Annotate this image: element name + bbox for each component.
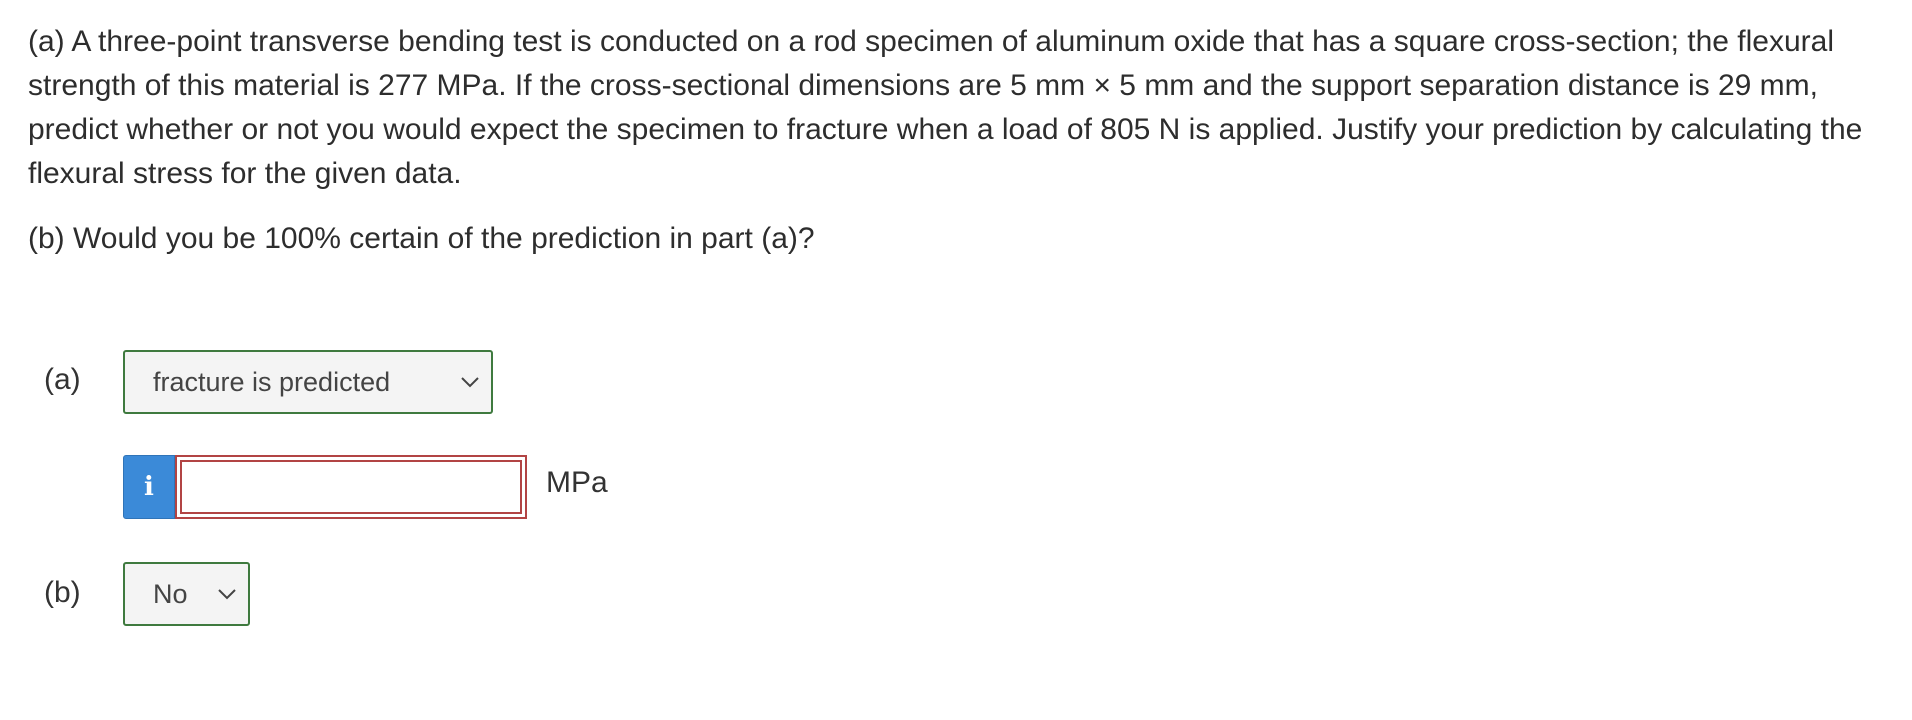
certainty-select[interactable]: No: [123, 562, 250, 626]
certainty-value: No: [153, 578, 188, 609]
question-part-a: (a) A three-point transverse bending tes…: [28, 25, 1863, 190]
question-part-b: (b) Would you be 100% certain of the pre…: [28, 222, 815, 255]
flexural-stress-input[interactable]: [175, 455, 527, 519]
info-button[interactable]: i: [123, 455, 175, 519]
chevron-down-icon: [461, 377, 479, 388]
answer-label-a: (a): [44, 363, 81, 396]
info-icon: i: [144, 472, 154, 502]
chevron-down-icon: [218, 589, 236, 600]
unit-label: MPa: [546, 466, 608, 499]
fracture-prediction-select[interactable]: fracture is predicted: [123, 350, 493, 414]
question-text: (a) A three-point transverse bending tes…: [28, 20, 1890, 261]
fracture-prediction-value: fracture is predicted: [153, 366, 391, 397]
answer-label-b: (b): [44, 576, 81, 609]
